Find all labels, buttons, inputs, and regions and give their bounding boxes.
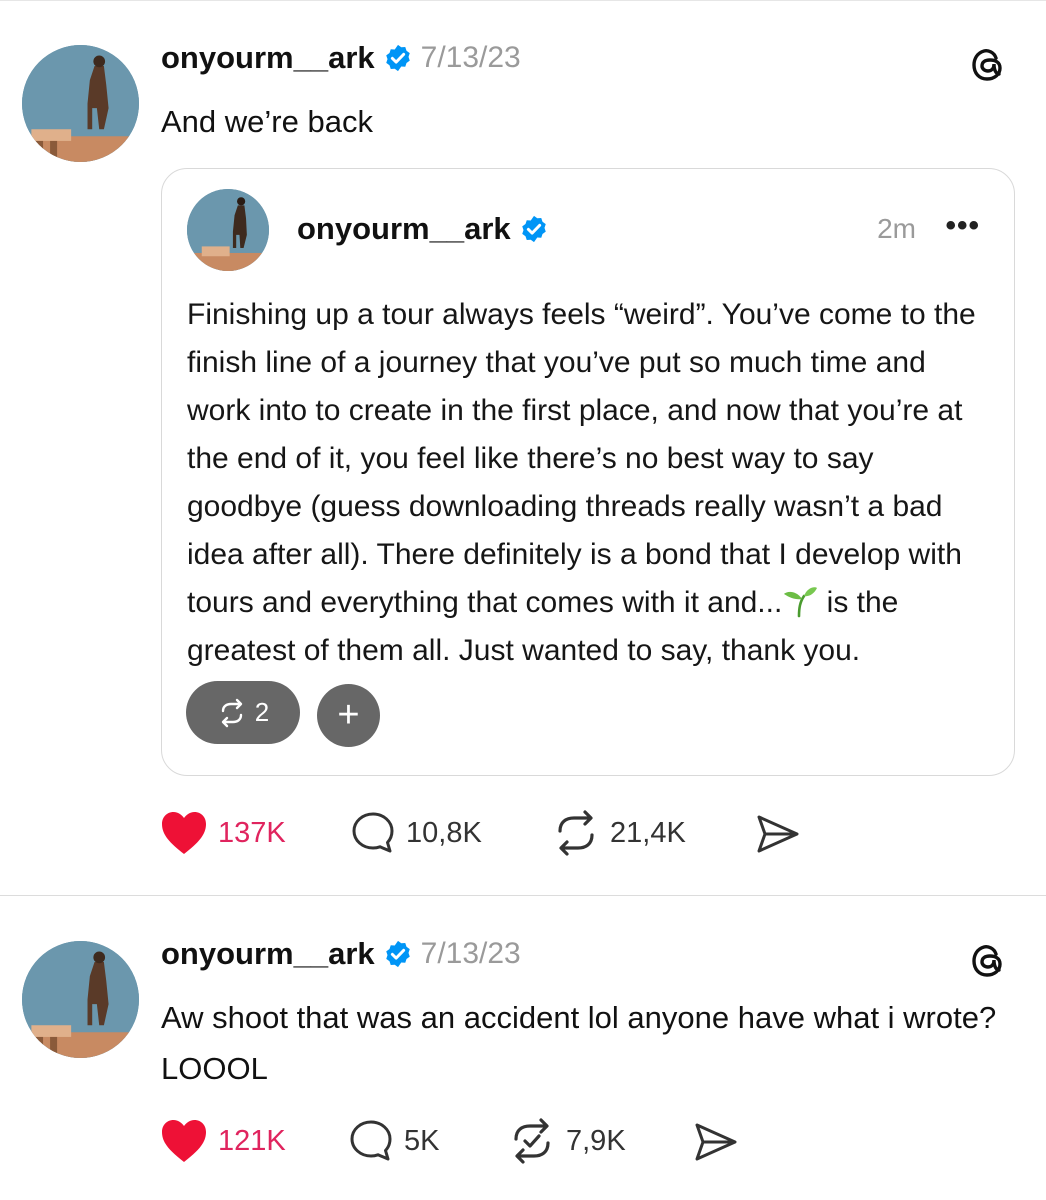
comment-icon — [352, 812, 394, 853]
username[interactable]: onyourm__ark — [161, 936, 375, 972]
avatar-image — [22, 45, 139, 162]
repost-pill-count: 2 — [254, 697, 270, 727]
like-button[interactable]: 137K — [160, 810, 286, 856]
share-icon — [757, 815, 799, 853]
verified-badge-icon — [385, 940, 410, 968]
post-header: onyourm__ark 7/13/23 — [161, 40, 521, 76]
avatar[interactable] — [22, 941, 139, 1058]
reposted-icon — [514, 1118, 550, 1164]
post-date: 7/13/23 — [420, 41, 521, 74]
like-button[interactable]: 121K — [160, 1118, 286, 1164]
avatar[interactable] — [187, 189, 269, 271]
post-text: And we’re back — [161, 104, 373, 139]
post-actions: 137K 10,8K 21,4K — [160, 810, 860, 860]
avatar[interactable] — [22, 45, 139, 162]
avatar-image — [22, 941, 139, 1058]
repost-count-pill[interactable]: 2 — [186, 681, 300, 744]
comment-icon — [350, 1120, 392, 1161]
quoted-post-text: Finishing up a tour always feels “weird”… — [187, 291, 987, 675]
threads-logo-icon[interactable] — [968, 44, 1008, 84]
post-actions: 121K 5K 7,9K — [160, 1118, 860, 1168]
repost-icon — [558, 810, 594, 856]
quoted-post-card[interactable]: onyourm__ark 2m ••• Finishing up a tour … — [161, 168, 1015, 776]
sprout-emoji — [784, 587, 818, 618]
post-1: onyourm__ark 7/13/23 And we’re back onyo… — [0, 0, 1046, 895]
username[interactable]: onyourm__ark — [297, 211, 511, 247]
username[interactable]: onyourm__ark — [161, 40, 375, 76]
avatar-image — [187, 189, 269, 271]
like-count: 137K — [218, 816, 286, 849]
repost-icon — [221, 698, 242, 727]
share-button[interactable] — [755, 812, 801, 856]
share-button[interactable] — [693, 1120, 739, 1164]
repost-count: 7,9K — [566, 1124, 626, 1157]
comment-count: 5K — [404, 1124, 440, 1157]
quoted-post-header: onyourm__ark — [297, 211, 549, 247]
comment-button[interactable]: 5K — [348, 1118, 439, 1164]
post-header: onyourm__ark 7/13/23 — [161, 936, 521, 972]
heart-icon — [162, 1120, 206, 1162]
share-icon — [695, 1123, 737, 1161]
comment-count: 10,8K — [406, 816, 482, 849]
plus-button[interactable]: + — [317, 684, 380, 747]
repost-button[interactable]: 7,9K — [508, 1118, 626, 1164]
verified-badge-icon — [521, 215, 546, 243]
quoted-post-time: 2m — [877, 213, 916, 244]
heart-icon — [162, 812, 206, 854]
repost-count: 21,4K — [610, 816, 686, 849]
post-text: Aw shoot that was an accident lol anyone… — [161, 1000, 997, 1086]
like-count: 121K — [218, 1124, 286, 1157]
verified-badge-icon — [385, 44, 410, 72]
more-icon[interactable]: ••• — [945, 209, 980, 243]
quoted-text-part-1: Finishing up a tour always feels “weird”… — [187, 298, 976, 619]
post-2: onyourm__ark 7/13/23 Aw shoot that was a… — [0, 896, 1046, 1200]
comment-button[interactable]: 10,8K — [350, 810, 482, 856]
post-date: 7/13/23 — [420, 937, 521, 970]
repost-button[interactable]: 21,4K — [552, 810, 686, 856]
threads-logo-icon[interactable] — [968, 940, 1008, 980]
